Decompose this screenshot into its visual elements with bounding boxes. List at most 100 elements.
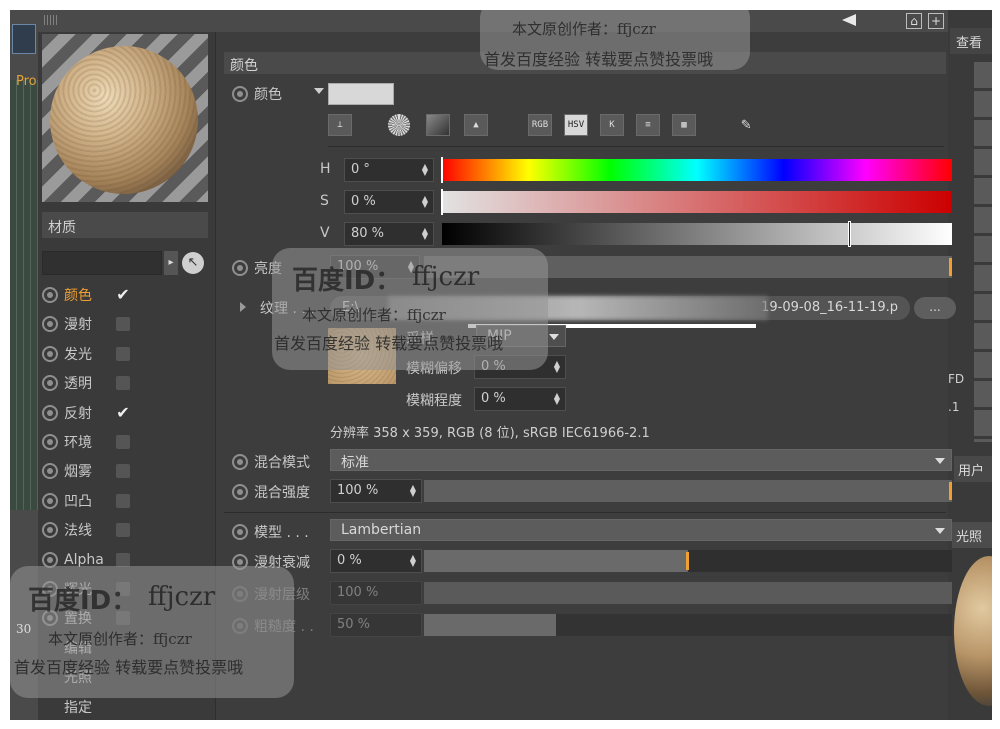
channel-checkbox[interactable] [116,611,130,625]
diffuse-level-field[interactable]: 100 % [330,581,422,605]
editor-titlebar[interactable]: ⌂ + [38,10,948,32]
channel-anim-radio[interactable] [42,552,58,568]
material-preview[interactable] [42,34,208,202]
texture-thumbnail[interactable] [328,328,396,384]
texture-browse-button[interactable]: ... [914,297,956,319]
channel-item[interactable]: 编辑 [42,635,212,661]
h-field[interactable]: 0 ° ▲ ▼ [344,158,434,182]
gradient-icon[interactable] [426,114,450,136]
back-arrow-icon[interactable] [842,14,856,26]
light-tab[interactable]: 光照 [952,522,992,548]
hue-slider[interactable] [442,159,952,181]
sampling-dropdown[interactable]: MIP [476,325,566,347]
blend-mode-anim-radio[interactable] [232,454,248,470]
channel-anim-radio[interactable] [42,434,58,450]
blend-strength-anim-radio[interactable] [232,484,248,500]
channel-item[interactable]: 颜色 ✔ [42,282,212,308]
channel-checkbox[interactable] [116,582,130,596]
channel-item[interactable]: 凹凸 [42,488,212,514]
channel-anim-radio[interactable] [42,346,58,362]
diffuse-falloff-handle[interactable] [686,552,689,570]
diffuse-falloff-anim-radio[interactable] [232,554,248,570]
diffuse-falloff-field[interactable]: 0 % ▲ ▼ [330,549,422,573]
channel-item[interactable]: 环境 [42,429,212,455]
brightness-slider-handle[interactable] [949,258,952,276]
channel-item[interactable]: 烟雾 [42,458,212,484]
drag-grip-icon[interactable] [44,15,58,25]
blend-strength-slider[interactable] [424,480,952,502]
value-handle[interactable] [848,221,851,247]
swatches-icon[interactable]: ▦ [672,114,696,136]
view-menu[interactable]: 查看 [950,28,992,54]
blur-amount-field[interactable]: 0 % ▲ ▼ [474,387,566,411]
channel-item[interactable]: Alpha [42,547,212,573]
viewport-tab-label[interactable]: Pro [16,74,37,89]
channel-checkbox[interactable]: ✔ [116,405,130,421]
channel-checkbox[interactable] [116,494,130,508]
sliders-icon[interactable]: ≡ [636,114,660,136]
channel-item[interactable]: 发光 [42,341,212,367]
color-picker-spectrum-icon[interactable]: ⊥ [328,114,352,136]
saturation-handle[interactable] [441,189,443,215]
channel-checkbox[interactable] [116,376,130,390]
color-anim-radio[interactable] [232,86,248,102]
pick-arrow-icon[interactable]: ↖ [182,252,204,274]
brightness-anim-radio[interactable] [232,260,248,276]
channel-checkbox[interactable] [116,435,130,449]
brightness-field[interactable]: 100 % ▲ ▼ [330,255,420,279]
hue-handle[interactable] [441,157,443,183]
diffuse-level-slider[interactable] [424,582,952,604]
diffuse-level-anim-radio[interactable] [232,586,248,602]
hsv-mode-button[interactable]: HSV [564,114,588,136]
brightness-slider[interactable] [424,256,952,278]
channel-checkbox[interactable] [116,553,130,567]
channel-item[interactable]: 指定 [42,694,212,720]
channel-item[interactable]: 置换 [42,605,212,631]
channel-item[interactable]: 光照 [42,664,212,690]
channel-anim-radio[interactable] [42,493,58,509]
diffuse-falloff-slider[interactable] [424,550,952,572]
roughness-slider[interactable] [424,614,952,636]
blend-strength-field[interactable]: 100 % ▲ ▼ [330,479,422,503]
value-slider[interactable] [442,223,952,245]
channel-anim-radio[interactable] [42,405,58,421]
channel-item[interactable]: 法线 [42,517,212,543]
blend-strength-handle[interactable] [949,482,952,500]
channel-anim-radio[interactable] [42,316,58,332]
rgb-mode-button[interactable]: RGB [528,114,552,136]
model-anim-radio[interactable] [232,524,248,540]
channel-checkbox[interactable]: ✔ [116,287,130,303]
color-swatch[interactable] [328,83,394,105]
image-icon[interactable]: ▲ [464,114,488,136]
eyedropper-icon[interactable]: ✎ [734,114,758,136]
expand-color-icon[interactable] [314,88,324,94]
channel-anim-radio[interactable] [42,287,58,303]
channel-item[interactable]: 辉光 [42,576,212,602]
roughness-anim-radio[interactable] [232,618,248,634]
channel-item[interactable]: 透明 [42,370,212,396]
color-wheel-icon[interactable] [388,114,410,136]
channel-anim-radio[interactable] [42,463,58,479]
saturation-slider[interactable] [442,191,952,213]
blur-offset-field[interactable]: 0 % ▲ ▼ [474,355,566,379]
model-dropdown[interactable]: Lambertian [330,519,952,541]
texture-expand-icon[interactable] [240,302,246,312]
channel-anim-radio[interactable] [42,522,58,538]
roughness-field[interactable]: 50 % [330,613,422,637]
channel-item[interactable]: 反射 ✔ [42,400,212,426]
channel-anim-radio[interactable] [42,581,58,597]
viewport-tool-icon[interactable] [12,24,36,54]
channel-checkbox[interactable] [116,347,130,361]
channel-checkbox[interactable] [116,464,130,478]
kelvin-mode-button[interactable]: K [600,114,624,136]
channel-item[interactable]: 漫射 [42,311,212,337]
blend-mode-dropdown[interactable]: 标准 [330,449,952,471]
material-name-field[interactable] [42,251,162,275]
lock-icon[interactable]: ⌂ [906,13,922,29]
channel-anim-radio[interactable] [42,610,58,626]
v-field[interactable]: 80 % ▲ ▼ [344,222,434,246]
name-arrow-icon[interactable]: ▸ [164,251,178,275]
user-tab[interactable]: 用户 [954,456,992,482]
s-field[interactable]: 0 % ▲ ▼ [344,190,434,214]
add-icon[interactable]: + [928,13,944,29]
